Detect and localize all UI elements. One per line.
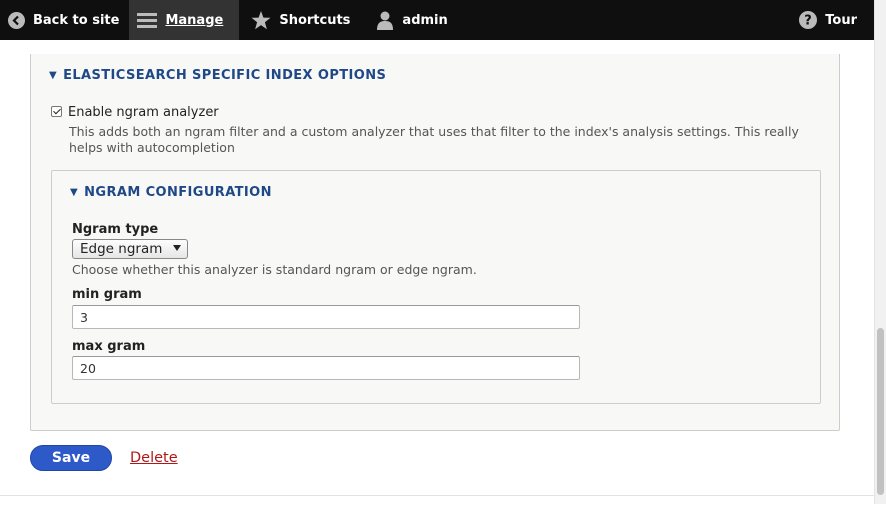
user-tab[interactable]: admin — [368, 0, 455, 40]
ngram-type-label: Ngram type — [72, 222, 159, 237]
tour-label: Tour — [825, 12, 857, 28]
enable-ngram-description: This adds both an ngram filter and a cus… — [69, 124, 799, 155]
triangle-down-icon: ▼ — [49, 70, 58, 81]
manage-tab[interactable]: Manage — [129, 0, 240, 40]
user-label: admin — [402, 12, 448, 28]
ngram-configuration-title: NGRAM CONFIGURATION — [84, 185, 272, 200]
min-gram-value: 3 — [80, 309, 88, 325]
shortcuts-tab[interactable]: Shortcuts — [239, 0, 368, 40]
admin-toolbar: Back to site Manage Shortcuts admin ? To… — [0, 0, 874, 40]
enable-ngram-label[interactable]: Enable ngram analyzer — [68, 105, 219, 120]
ngram-configuration-fieldset: ▼ NGRAM CONFIGURATION Ngram type Edge ng… — [51, 170, 821, 404]
dropdown-arrow-icon — [173, 245, 181, 251]
elasticsearch-options-title: ELASTICSEARCH SPECIFIC INDEX OPTIONS — [63, 68, 387, 83]
shortcuts-label: Shortcuts — [279, 12, 351, 28]
back-to-site-link[interactable]: Back to site — [0, 0, 129, 40]
star-icon — [251, 10, 271, 30]
min-gram-label: min gram — [72, 287, 142, 302]
enable-ngram-row: Enable ngram analyzer — [51, 105, 219, 120]
triangle-down-icon: ▼ — [70, 187, 79, 198]
chevron-left-circle-icon — [8, 11, 25, 29]
ngram-configuration-toggle[interactable]: ▼ NGRAM CONFIGURATION — [70, 185, 272, 200]
elasticsearch-options-fieldset: ▼ ELASTICSEARCH SPECIFIC INDEX OPTIONS E… — [30, 54, 840, 431]
max-gram-value: 20 — [80, 360, 96, 376]
save-button[interactable]: Save — [30, 445, 112, 471]
scrollbar-thumb[interactable] — [877, 328, 884, 495]
vertical-scrollbar[interactable] — [874, 0, 886, 504]
elasticsearch-options-toggle[interactable]: ▼ ELASTICSEARCH SPECIFIC INDEX OPTIONS — [49, 68, 386, 83]
svg-text:?: ? — [804, 14, 812, 29]
enable-ngram-checkbox[interactable] — [51, 105, 62, 117]
ngram-type-value: Edge ngram — [80, 241, 163, 257]
manage-label: Manage — [165, 12, 224, 28]
ngram-type-select[interactable]: Edge ngram — [72, 239, 188, 259]
ngram-type-description: Choose whether this analyzer is standard… — [72, 262, 477, 277]
tour-button[interactable]: ? Tour — [791, 0, 874, 40]
max-gram-input[interactable]: 20 — [72, 356, 580, 380]
delete-link[interactable]: Delete — [130, 450, 178, 466]
max-gram-label: max gram — [72, 339, 146, 354]
min-gram-input[interactable]: 3 — [72, 305, 580, 329]
question-circle-icon: ? — [799, 11, 818, 29]
back-to-site-label: Back to site — [33, 12, 120, 28]
user-icon — [376, 11, 394, 30]
hamburger-menu-icon — [137, 12, 158, 29]
